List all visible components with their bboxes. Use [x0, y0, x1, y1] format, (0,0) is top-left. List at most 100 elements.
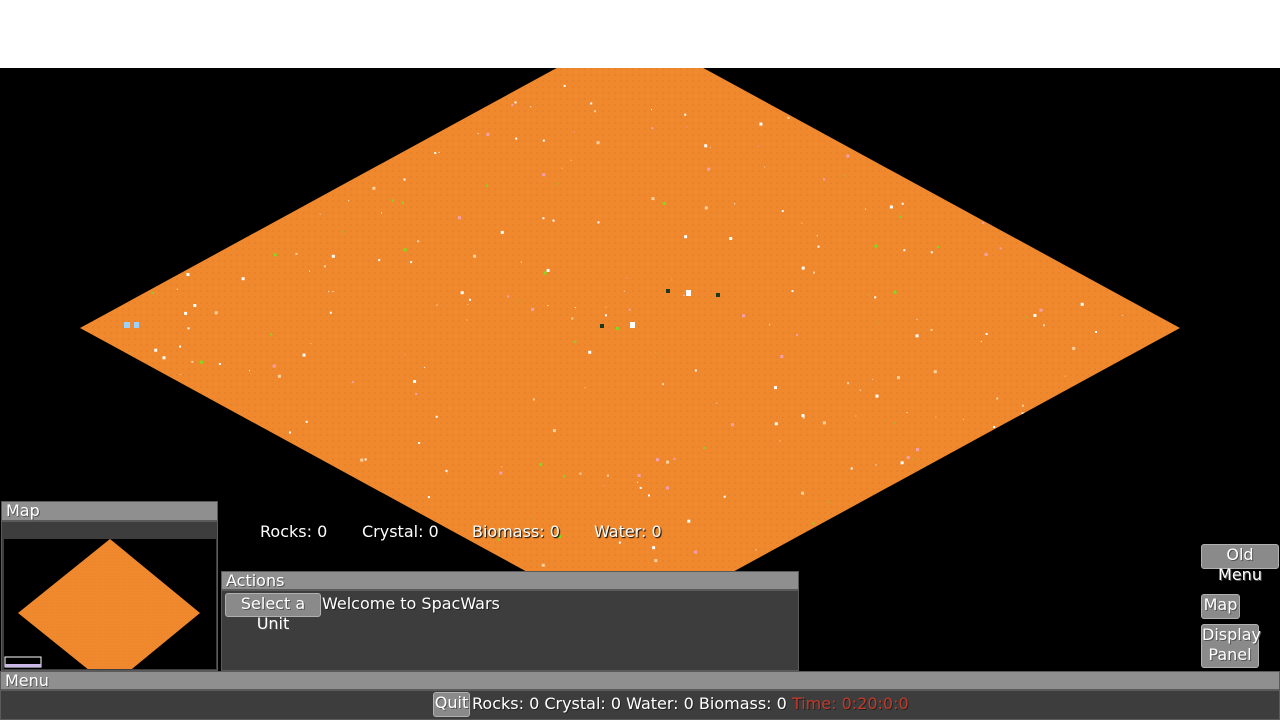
resource-speck [1054, 598, 1057, 602]
resource-speck [846, 154, 850, 158]
resource-speck [399, 119, 402, 121]
resource-speck [1039, 308, 1043, 312]
resource-speck [651, 109, 652, 111]
resource-speck [1132, 405, 1134, 407]
resource-speck [178, 449, 180, 451]
resource-speck [152, 250, 156, 254]
resource-speck [651, 197, 655, 201]
resource-speck [1032, 208, 1035, 210]
resource-speck [822, 421, 826, 425]
resource-speck [930, 251, 933, 254]
resource-speck [1058, 579, 1059, 581]
resource-speck [542, 217, 545, 220]
resource-speck [182, 143, 185, 146]
resource-speck [447, 560, 449, 562]
resource-speck [162, 356, 166, 360]
resource-speck [225, 471, 228, 474]
resource-speck [214, 311, 218, 315]
map-toggle-button[interactable]: Map [1201, 594, 1240, 619]
resource-speck [1114, 90, 1116, 93]
resource-speck [98, 73, 101, 75]
unit-sprite[interactable] [716, 293, 720, 297]
resource-speck [1053, 580, 1056, 582]
resource-speck [1157, 358, 1160, 361]
resource-speck [1158, 559, 1160, 561]
unit-sprite[interactable] [666, 289, 670, 293]
resource-speck [168, 193, 170, 196]
unit-sprite[interactable] [686, 290, 691, 296]
resource-speck [969, 579, 973, 582]
resource-speck [323, 265, 326, 268]
resource-speck [122, 95, 124, 97]
resource-speck [150, 263, 154, 267]
resource-speck [319, 213, 321, 215]
resource-speck [98, 186, 101, 189]
resource-speck [937, 246, 939, 248]
menu-resource-text: Rocks: 0 Crystal: 0 Water: 0 Biomass: 0 [472, 694, 787, 713]
unit-sprite[interactable] [600, 324, 604, 328]
resource-speck [403, 178, 406, 181]
resource-speck [1016, 420, 1019, 423]
resource-speck [310, 542, 312, 545]
resource-speck [995, 431, 997, 433]
resource-speck [121, 93, 124, 96]
resource-speck [144, 121, 148, 125]
resource-speck [172, 175, 174, 177]
resource-speck [1025, 316, 1027, 318]
resource-speck [348, 200, 350, 202]
resource-speck [1134, 451, 1137, 454]
resource-speck [120, 82, 122, 84]
resource-speck [118, 95, 121, 98]
resource-speck [796, 334, 799, 336]
resource-speck [855, 588, 857, 591]
resource-speck [272, 364, 276, 368]
resource-speck [933, 370, 937, 374]
resource-speck [1092, 256, 1096, 259]
resource-speck [173, 203, 175, 205]
resource-speck [651, 127, 654, 130]
resource-speck [605, 306, 607, 308]
display-panel-button[interactable]: Display Panel [1201, 624, 1261, 668]
resource-speck [1087, 602, 1090, 605]
resource-speck [1127, 498, 1129, 500]
resource-speck [515, 137, 518, 140]
old-menu-button[interactable]: Old Menu [1201, 544, 1279, 584]
terrain-diamond[interactable] [80, 68, 1180, 628]
minimap[interactable] [4, 539, 216, 687]
resource-speck [1122, 314, 1124, 316]
resource-speck [656, 458, 659, 462]
resource-speck [874, 244, 878, 248]
resource-speck [315, 110, 318, 113]
resource-speck [258, 196, 261, 199]
resource-speck [1108, 279, 1112, 282]
minimap-terrain[interactable] [4, 539, 216, 687]
resource-speck [396, 556, 400, 560]
resource-speck [684, 235, 688, 239]
resource-speck [982, 221, 985, 224]
resource-speck [597, 221, 600, 224]
resource-speck [546, 268, 550, 272]
resource-speck [249, 370, 250, 372]
unit-sprite[interactable] [124, 322, 130, 328]
resource-speck [530, 106, 532, 108]
quit-button[interactable]: Quit [433, 692, 470, 717]
resource-speck [652, 546, 656, 550]
resource-speck [1036, 572, 1038, 574]
resource-speck [1156, 296, 1159, 299]
resource-speck [1104, 514, 1106, 516]
actions-panel-title: Actions [221, 571, 799, 590]
resource-speck [868, 293, 870, 295]
resource-speck [855, 415, 857, 417]
resource-speck [130, 240, 132, 242]
unit-sprite[interactable] [134, 322, 139, 328]
resource-speck [126, 294, 130, 298]
select-unit-button[interactable]: Select a Unit [225, 593, 321, 633]
resource-speck [1084, 623, 1088, 627]
resource-speck [332, 291, 334, 292]
unit-sprite[interactable] [630, 322, 635, 328]
resource-speck [879, 549, 881, 551]
resource-speck [1111, 607, 1114, 610]
resource-speck [666, 486, 669, 490]
resource-speck [603, 485, 605, 486]
resource-speck [906, 412, 908, 414]
